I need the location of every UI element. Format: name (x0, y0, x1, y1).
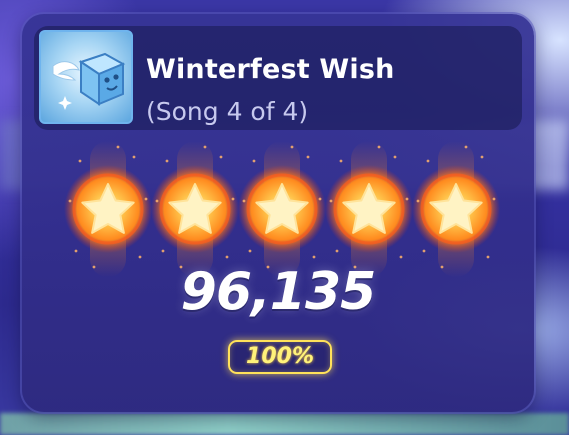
album-art (39, 30, 133, 124)
star-filled-icon (412, 141, 500, 277)
star-2 (147, 139, 243, 279)
star-1 (60, 139, 156, 279)
accuracy-badge: 100% (228, 340, 332, 374)
star-filled-icon (64, 141, 152, 277)
star-filled-icon (151, 141, 239, 277)
song-result-panel: Winterfest Wish (Song 4 of 4) 96,135 100… (22, 14, 534, 412)
star-filled-icon (325, 141, 413, 277)
star-filled-icon (238, 141, 326, 277)
star-5 (408, 139, 504, 279)
star-3 (234, 139, 330, 279)
star-rating (60, 139, 500, 279)
winged-ice-cube-icon (52, 52, 126, 110)
star-4 (321, 139, 417, 279)
background-footer-strip (0, 413, 569, 435)
song-header: Winterfest Wish (Song 4 of 4) (34, 26, 522, 130)
song-progress: (Song 4 of 4) (146, 97, 309, 126)
score-value: 96,135 (180, 262, 377, 322)
song-title: Winterfest Wish (146, 54, 395, 85)
